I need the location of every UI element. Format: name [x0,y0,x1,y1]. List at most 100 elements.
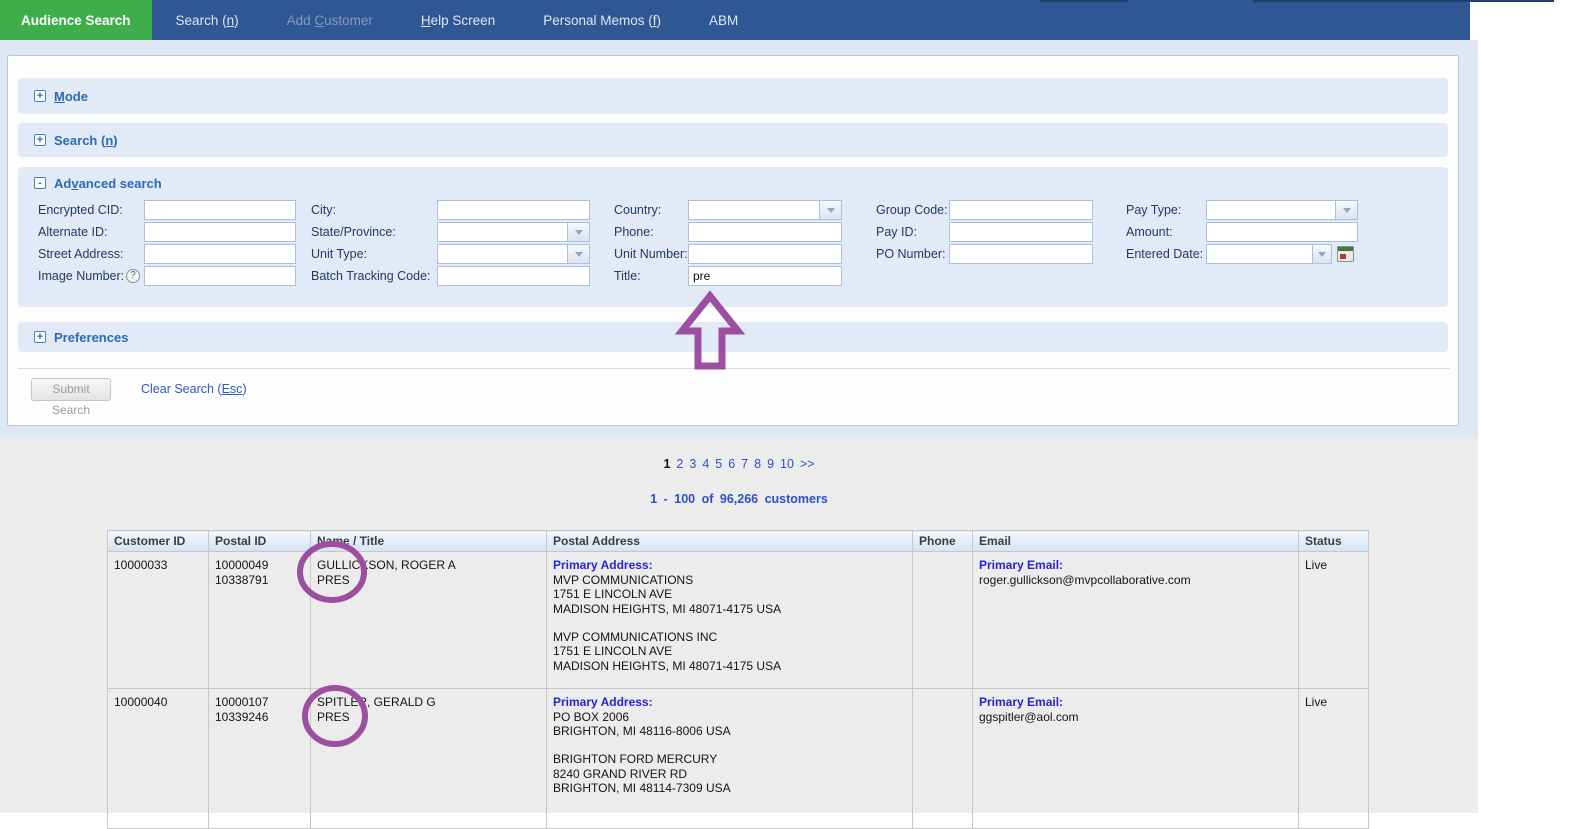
pay-type-select[interactable] [1206,200,1358,220]
street-address-input[interactable] [144,244,296,264]
country-input[interactable] [688,200,819,220]
nav-add-customer[interactable]: Add Customer [263,0,397,40]
section-preferences-header[interactable]: + Preferences [18,322,1448,352]
help-icon[interactable]: ? [126,269,140,283]
nav-abm-label: ABM [709,13,738,28]
unit-type-select[interactable] [437,244,590,264]
amount-input[interactable] [1206,222,1358,242]
form-column-3: Country: Phone: Unit Number: Title: [614,199,842,287]
state-province-select[interactable] [437,222,590,242]
alternate-id-input[interactable] [144,222,296,242]
unit-number-input[interactable] [688,244,842,264]
pay-id-input[interactable] [949,222,1093,242]
section-mode-title: Mode [54,89,88,104]
section-advanced-pre: Ad [54,176,71,191]
form-column-2: City: State/Province: Unit Type: [311,199,590,287]
pagination-page-link[interactable]: 5 [715,457,722,471]
country-select[interactable] [688,200,842,220]
encrypted-cid-input[interactable] [144,200,296,220]
header-name-title: Name / Title [311,531,547,552]
unit-type-input[interactable] [437,244,567,264]
section-mode-header[interactable]: + Mode [18,78,1448,114]
pagination-page-link[interactable]: 4 [702,457,709,471]
pagination-page-link[interactable]: 10 [780,457,794,471]
clear-search-pre: Clear Search ( [141,382,222,396]
street-address-label: Street Address: [38,247,144,261]
state-province-input[interactable] [437,222,567,242]
nav-help-suf: elp Screen [431,13,496,28]
dropdown-arrow-icon[interactable] [567,244,590,264]
batch-tracking-code-input[interactable] [437,266,590,286]
group-code-input[interactable] [949,200,1093,220]
search-panel: + Mode + Search (n) - Advanced search En… [7,55,1459,426]
nav-personal-memos[interactable]: Personal Memos (f) [519,0,685,40]
nav-abm-pre: ABM [709,13,738,28]
table-row[interactable]: 10000040 10000107 10339246 SPITLER, GERA… [108,689,1369,829]
customer-title: PRES [317,573,540,588]
dropdown-arrow-icon[interactable] [1312,244,1332,264]
po-number-input[interactable] [949,244,1093,264]
encrypted-cid-label: Encrypted CID: [38,203,144,217]
batch-tracking-code-label: Batch Tracking Code: [311,269,437,283]
title-input[interactable] [688,266,842,286]
customer-title: PRES [317,710,540,725]
image-number-input[interactable] [144,266,296,286]
group-code-label: Group Code: [876,203,949,217]
calendar-icon[interactable] [1337,246,1354,262]
postal-id-line: 10339246 [215,710,304,725]
clear-search-link[interactable]: Clear Search (Esc) [141,382,247,396]
primary-address-label: Primary Address: [553,558,906,573]
nav-memos-suf: ) [657,13,662,28]
email-value: roger.gullickson@mvpcollaborative.com [979,573,1292,588]
field-batch-tracking-code: Batch Tracking Code: [311,265,590,287]
name-title-cell: GULLICKSON, ROGER A PRES [311,552,547,689]
address-line: 1751 E LINCOLN AVE [553,644,906,659]
nav-search[interactable]: Search (n) [152,0,263,40]
email-cell: Primary Email: roger.gullickson@mvpcolla… [973,552,1299,689]
spacer [553,617,906,630]
pagination-page-link[interactable]: 7 [741,457,748,471]
chevron-down-icon [1318,252,1326,257]
chevron-down-icon [1343,208,1351,213]
pagination-page-link[interactable]: 2 [676,457,683,471]
pagination-page-link[interactable]: 6 [728,457,735,471]
expand-plus-icon[interactable]: + [34,331,46,343]
phone-input[interactable] [688,222,842,242]
pay-type-input[interactable] [1206,200,1335,220]
field-po-number: PO Number: [876,243,1093,265]
entered-date-select[interactable] [1206,244,1332,264]
field-amount: Amount: [1126,221,1358,243]
nav-help-screen[interactable]: Help Screen [397,0,519,40]
tab-audience-search[interactable]: Audience Search [0,0,152,40]
nav-search-pre: Search ( [176,13,227,28]
nav-abm[interactable]: ABM [685,0,762,40]
entered-date-input[interactable] [1206,244,1312,264]
address-line: PO BOX 2006 [553,710,906,725]
primary-address-label: Primary Address: [553,695,906,710]
top-edge-line [1040,0,1128,2]
expand-plus-icon[interactable]: + [34,134,46,146]
address-line: 1751 E LINCOLN AVE [553,587,906,602]
tab-audience-search-label: Audience Search [21,13,131,28]
form-column-5: Pay Type: Amount: Entered Date: [1126,199,1358,265]
expand-plus-icon[interactable]: + [34,90,46,102]
address-line: MADISON HEIGHTS, MI 48071-4175 USA [553,602,906,617]
section-advanced-header[interactable]: - Advanced search [18,167,1448,199]
submit-search-button[interactable]: Submit Search [31,378,111,401]
section-search-header[interactable]: + Search (n) [18,123,1448,157]
dropdown-arrow-icon[interactable] [567,222,590,242]
nav-personal-memos-label: Personal Memos (f) [543,13,661,28]
city-input[interactable] [437,200,590,220]
pagination-page-link[interactable]: 3 [689,457,696,471]
dropdown-arrow-icon[interactable] [1335,200,1358,220]
table-row[interactable]: 10000033 10000049 10338791 GULLICKSON, R… [108,552,1369,689]
clear-search-suf: ) [242,382,246,396]
pagination: 12345678910>> [0,457,1478,471]
collapse-minus-icon[interactable]: - [34,177,46,189]
phone-label: Phone: [614,225,688,239]
dropdown-arrow-icon[interactable] [819,200,842,220]
top-nav: Audience Search Search (n) Add Customer … [0,0,1470,40]
pagination-page-link[interactable]: 9 [767,457,774,471]
pagination-next-link[interactable]: >> [800,457,815,471]
pagination-page-link[interactable]: 8 [754,457,761,471]
